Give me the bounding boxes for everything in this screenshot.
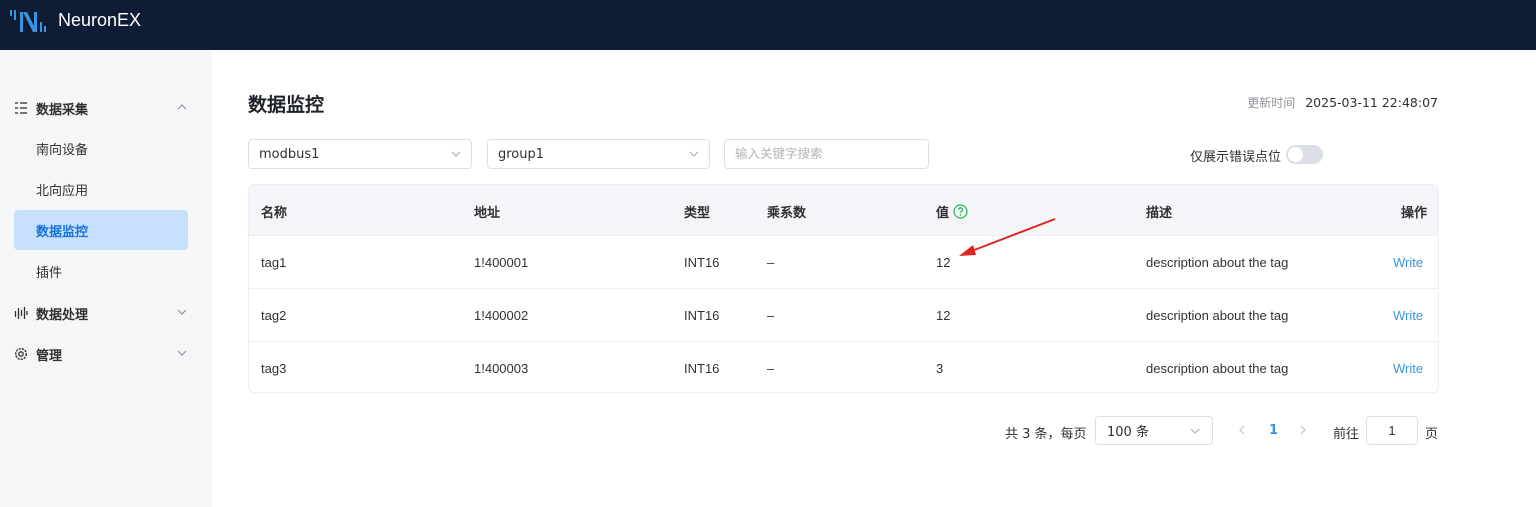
column-header-type: 类型 (684, 206, 711, 221)
node-select-value: modbus1 (259, 146, 320, 162)
cell-address: 1!400002 (474, 308, 529, 323)
cell-value: 12 (936, 308, 951, 323)
search-input[interactable] (724, 139, 929, 169)
chevron-down-icon (177, 350, 187, 356)
cell-type: INT16 (684, 255, 720, 270)
toggle-knob (1288, 147, 1303, 162)
sidebar-item-southbound-devices[interactable]: 南向设备 (14, 128, 188, 168)
cell-multiplier: – (767, 361, 775, 376)
column-header-name: 名称 (261, 206, 288, 221)
sidebar-item-northbound-apps[interactable]: 北向应用 (14, 169, 188, 209)
cell-name: tag1 (261, 255, 287, 270)
write-button[interactable]: Write (1393, 308, 1423, 323)
sidebar-group-data-collection[interactable]: 数据采集 (14, 97, 190, 119)
chevron-right-icon[interactable] (1297, 424, 1309, 436)
cell-description: description about the tag (1146, 255, 1289, 270)
cell-name: tag2 (261, 308, 287, 323)
error-only-label: 仅展示错误点位 (1190, 150, 1282, 165)
goto-label: 前往 (1333, 427, 1360, 442)
cell-address: 1!400003 (474, 361, 529, 376)
sidebar-group-data-processing[interactable]: 数据处理 (14, 302, 190, 324)
cell-multiplier: – (767, 308, 775, 323)
table-row: tag1 1!400001 INT16 – 12 description abo… (249, 235, 1438, 288)
cell-value: 12 (936, 255, 951, 270)
chevron-down-icon (451, 151, 461, 157)
gear-icon (14, 347, 28, 361)
data-process-icon (14, 306, 28, 320)
goto-page-input[interactable] (1366, 416, 1418, 445)
column-header-action: 操作 (1401, 206, 1428, 221)
cell-type: INT16 (684, 308, 720, 323)
chevron-down-icon (689, 151, 699, 157)
page-size-select[interactable]: 100 条 (1095, 416, 1213, 445)
annotation-arrow-icon (959, 218, 1056, 256)
sidebar-group-label: 数据处理 (36, 307, 89, 323)
table-header: 名称 地址 类型 乘系数 值 描述 操作 (249, 185, 1438, 235)
column-header-value-label: 值 (936, 206, 950, 221)
error-only-toggle[interactable] (1286, 145, 1323, 164)
page-number-current[interactable]: 1 (1269, 423, 1278, 438)
cell-type: INT16 (684, 361, 720, 376)
column-header-multiplier: 乘系数 (767, 206, 807, 221)
cell-name: tag3 (261, 361, 287, 376)
update-time-value: 2025-03-11 22:48:07 (1305, 95, 1438, 110)
page-title: 数据监控 (248, 94, 325, 116)
sidebar-group-label: 数据采集 (36, 102, 89, 118)
sidebar-group-management[interactable]: 管理 (14, 343, 190, 365)
table-row: tag3 1!400003 INT16 – 3 description abou… (249, 341, 1438, 392)
sidebar-item-plugins[interactable]: 插件 (14, 251, 188, 291)
sidebar-item-label: 插件 (36, 265, 63, 281)
sidebar-item-data-monitoring[interactable]: 数据监控 (14, 210, 188, 250)
sidebar-item-label: 北向应用 (36, 183, 89, 199)
chevron-up-icon (177, 104, 187, 110)
cell-multiplier: – (767, 255, 775, 270)
group-select-value: group1 (498, 146, 545, 162)
update-time-label: 更新时间 (1247, 96, 1296, 110)
chevron-down-icon (1190, 428, 1200, 434)
table-row: tag2 1!400002 INT16 – 12 description abo… (249, 288, 1438, 341)
sidebar-group-label: 管理 (36, 348, 63, 364)
top-header: NeuronEX (0, 0, 1536, 50)
cell-description: description about the tag (1146, 361, 1289, 376)
sidebar-item-label: 数据监控 (36, 224, 89, 240)
write-button[interactable]: Write (1393, 255, 1423, 270)
update-time: 更新时间 2025-03-11 22:48:07 (1247, 94, 1438, 111)
write-button[interactable]: Write (1393, 361, 1423, 376)
chevron-left-icon[interactable] (1236, 424, 1248, 436)
pagination-total: 共 3 条，每页 (1005, 427, 1087, 442)
cell-value: 3 (936, 361, 944, 376)
cell-address: 1!400001 (474, 255, 529, 270)
brand-name: NeuronEX (58, 10, 142, 30)
sidebar-item-label: 南向设备 (36, 142, 89, 158)
data-collect-icon (14, 101, 28, 115)
page-size-value: 100 条 (1107, 425, 1149, 440)
node-select[interactable]: modbus1 (248, 139, 472, 169)
column-header-address: 地址 (474, 206, 501, 221)
page-suffix-label: 页 (1425, 427, 1439, 442)
column-header-description: 描述 (1146, 206, 1173, 221)
group-select[interactable]: group1 (487, 139, 710, 169)
chevron-down-icon (177, 309, 187, 315)
cell-description: description about the tag (1146, 308, 1289, 323)
data-table: 名称 地址 类型 乘系数 值 描述 操作 tag1 1!400001 INT16… (248, 184, 1439, 393)
neuronex-logo-icon[interactable] (9, 8, 49, 36)
